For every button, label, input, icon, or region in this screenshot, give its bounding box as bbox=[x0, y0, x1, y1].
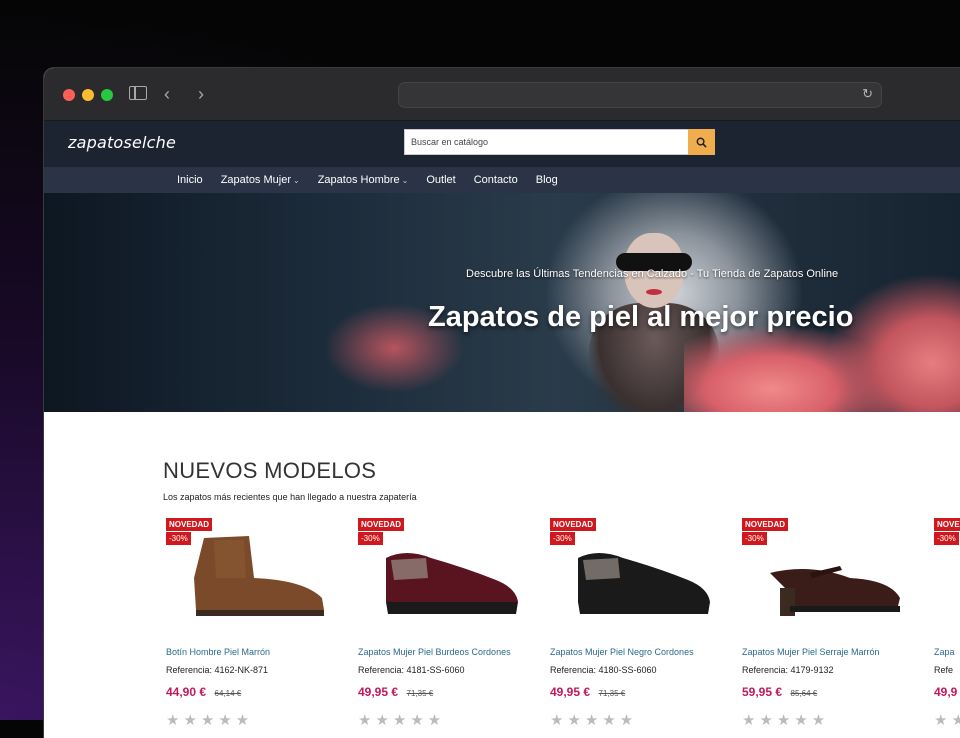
old-price: 85,64 € bbox=[790, 689, 818, 698]
section-title: NUEVOS MODELOS bbox=[163, 458, 377, 483]
new-models-section: NUEVOS MODELOS Los zapatos más recientes… bbox=[44, 412, 960, 738]
discount-badge: -30% bbox=[166, 532, 191, 545]
product-reference: Referencia: 4181-SS-6060 bbox=[358, 665, 465, 675]
forward-arrow-icon[interactable]: › bbox=[198, 82, 204, 106]
current-price: 59,95 € bbox=[742, 685, 783, 699]
discount-badge: -30% bbox=[934, 532, 959, 545]
product-name[interactable]: Botín Hombre Piel Marrón bbox=[166, 647, 358, 657]
search-box bbox=[404, 129, 715, 155]
site-header: zapatoselche bbox=[44, 121, 960, 167]
nav-item-label: Inicio bbox=[177, 174, 203, 186]
product-image[interactable] bbox=[174, 518, 334, 628]
product-price: 49,9 bbox=[934, 683, 960, 701]
current-price: 49,95 € bbox=[358, 685, 399, 699]
product-card[interactable]: NOVEDAD -30% Zapatos Mujer Piel Serraje … bbox=[742, 518, 934, 729]
product-price: 49,95 € 71,35 € bbox=[550, 683, 742, 701]
sidebar-toggle-icon[interactable] bbox=[129, 86, 147, 100]
product-price: 44,90 € 64,14 € bbox=[166, 683, 358, 701]
nav-item-zapatos-hombre[interactable]: Zapatos Hombre ⌄ bbox=[318, 167, 409, 194]
new-badge: NOVEDAD bbox=[742, 518, 789, 531]
rating-stars-icon[interactable]: ★★★★★ bbox=[550, 711, 742, 729]
product-name[interactable]: Zapa bbox=[934, 647, 960, 657]
rating-stars-icon[interactable]: ★★★★★ bbox=[166, 711, 358, 729]
reload-icon[interactable]: ↻ bbox=[862, 86, 873, 102]
hero-banner: Descubre las Últimas Tendencias en Calza… bbox=[44, 193, 960, 412]
new-badge: NOVEDAD bbox=[166, 518, 213, 531]
nav-item-contacto[interactable]: Contacto bbox=[474, 167, 518, 194]
search-button[interactable] bbox=[688, 129, 715, 155]
discount-badge: -30% bbox=[550, 532, 575, 545]
close-window-button[interactable] bbox=[63, 89, 75, 101]
current-price: 44,90 € bbox=[166, 685, 207, 699]
product-name[interactable]: Zapatos Mujer Piel Burdeos Cordones bbox=[358, 647, 550, 657]
nav-item-label: Zapatos Mujer bbox=[220, 174, 291, 186]
product-card[interactable]: NOVEDAD -30% Zapatos Mujer Piel Negro Co… bbox=[550, 518, 742, 729]
search-input[interactable] bbox=[405, 130, 687, 154]
nav-item-zapatos-mujer[interactable]: Zapatos Mujer ⌄ bbox=[221, 167, 300, 194]
product-price: 59,95 € 85,64 € bbox=[742, 683, 934, 701]
discount-badge: -30% bbox=[358, 532, 383, 545]
rating-stars-icon[interactable]: ★★★★★ bbox=[742, 711, 934, 729]
discount-badge: -30% bbox=[742, 532, 767, 545]
nav-item-outlet[interactable]: Outlet bbox=[426, 167, 455, 194]
search-icon bbox=[696, 137, 707, 148]
product-image[interactable] bbox=[366, 518, 526, 628]
main-nav: Inicio Zapatos Mujer ⌄ Zapatos Hombre ⌄ Outle… bbox=[44, 167, 960, 193]
nav-item-inicio[interactable]: Inicio bbox=[177, 167, 203, 194]
site-logo[interactable]: zapatoselche bbox=[68, 133, 176, 152]
maximize-window-button[interactable] bbox=[101, 89, 113, 101]
section-subtitle: Los zapatos más recientes que han llegad… bbox=[163, 492, 417, 502]
product-reference: Referencia: 4179-9132 bbox=[742, 665, 834, 675]
old-price: 71,35 € bbox=[406, 689, 434, 698]
address-bar[interactable]: ↻ bbox=[398, 82, 882, 108]
product-image[interactable] bbox=[558, 518, 718, 628]
hero-subtitle: Descubre las Últimas Tendencias en Calza… bbox=[466, 268, 839, 280]
nav-item-label: Blog bbox=[535, 174, 558, 186]
chevron-down-icon: ⌄ bbox=[293, 176, 300, 185]
chevron-down-icon: ⌄ bbox=[401, 176, 409, 185]
product-reference: Referencia: 4180-SS-6060 bbox=[550, 665, 657, 675]
browser-toolbar: ‹ › ↻ bbox=[44, 68, 960, 121]
back-arrow-icon[interactable]: ‹ bbox=[164, 82, 170, 106]
product-card[interactable]: NOVEDAD -30% Botín Hombre Piel Marrón Re… bbox=[166, 518, 358, 729]
old-price: 64,14 € bbox=[214, 689, 242, 698]
nav-item-blog[interactable]: Blog bbox=[536, 167, 558, 194]
rating-stars-icon[interactable]: ★★★★★ bbox=[358, 711, 550, 729]
current-price: 49,95 € bbox=[550, 685, 591, 699]
old-price: 71,35 € bbox=[598, 689, 626, 698]
nav-item-label: Outlet bbox=[426, 174, 456, 186]
product-name[interactable]: Zapatos Mujer Piel Serraje Marrón bbox=[742, 647, 934, 657]
minimize-window-button[interactable] bbox=[82, 89, 94, 101]
product-price: 49,95 € 71,35 € bbox=[358, 683, 550, 701]
product-name[interactable]: Zapatos Mujer Piel Negro Cordones bbox=[550, 647, 742, 657]
browser-window: ‹ › ↻ zapatoselche InicioZapatos Mujer⌄Z… bbox=[44, 68, 960, 738]
new-badge: NOVEDAD bbox=[550, 518, 597, 531]
product-reference: Referencia: 4162-NK-871 bbox=[166, 665, 269, 675]
hero-title: Zapatos de piel al mejor precio bbox=[428, 301, 854, 333]
new-badge: NOVEDAD bbox=[934, 518, 960, 531]
new-badge: NOVEDAD bbox=[358, 518, 405, 531]
nav-item-label: Contacto bbox=[473, 174, 518, 186]
product-card[interactable]: NOVEDAD -30% Zapatos Mujer Piel Burdeos … bbox=[358, 518, 550, 729]
rating-stars-icon[interactable]: ★★★★★ bbox=[934, 711, 960, 729]
nav-item-label: Zapatos Hombre bbox=[317, 174, 400, 186]
current-price: 49,9 bbox=[934, 685, 958, 699]
product-image[interactable] bbox=[750, 518, 910, 628]
product-card[interactable]: NOVEDAD -30% Zapa Refe 49,9 ★★★★★ bbox=[934, 518, 960, 729]
product-list: NOVEDAD -30% Botín Hombre Piel Marrón Re… bbox=[166, 518, 960, 729]
product-reference: Refe bbox=[934, 665, 954, 675]
